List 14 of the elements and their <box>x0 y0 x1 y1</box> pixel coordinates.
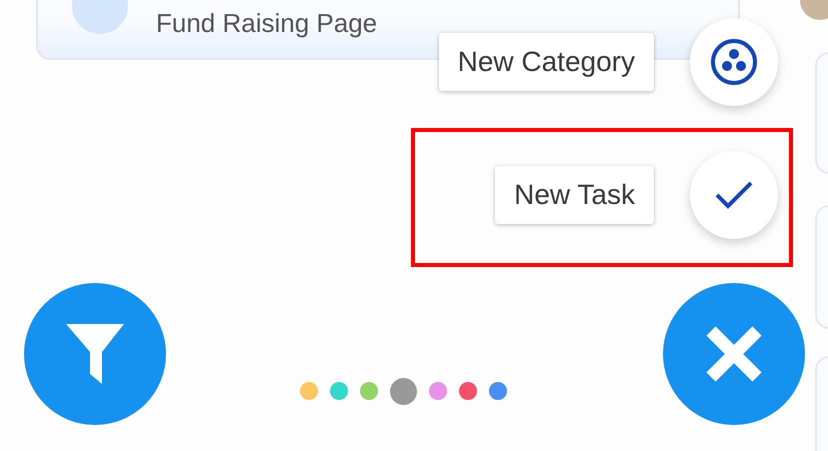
page-dot[interactable] <box>330 382 348 400</box>
action-tooltip: New Category <box>438 33 654 91</box>
filter-icon <box>64 322 126 386</box>
group-icon <box>710 38 758 86</box>
task-title: Fund Raising Page <box>156 8 378 38</box>
page-dot[interactable] <box>390 378 417 404</box>
page-dot[interactable] <box>360 382 378 400</box>
close-icon <box>705 325 763 383</box>
page-dot[interactable] <box>300 382 318 400</box>
check-icon <box>714 180 754 210</box>
page-dot[interactable] <box>459 382 477 400</box>
page-dot[interactable] <box>489 382 507 400</box>
page-dot[interactable] <box>429 382 447 400</box>
action-tooltip: New Task <box>495 166 654 224</box>
